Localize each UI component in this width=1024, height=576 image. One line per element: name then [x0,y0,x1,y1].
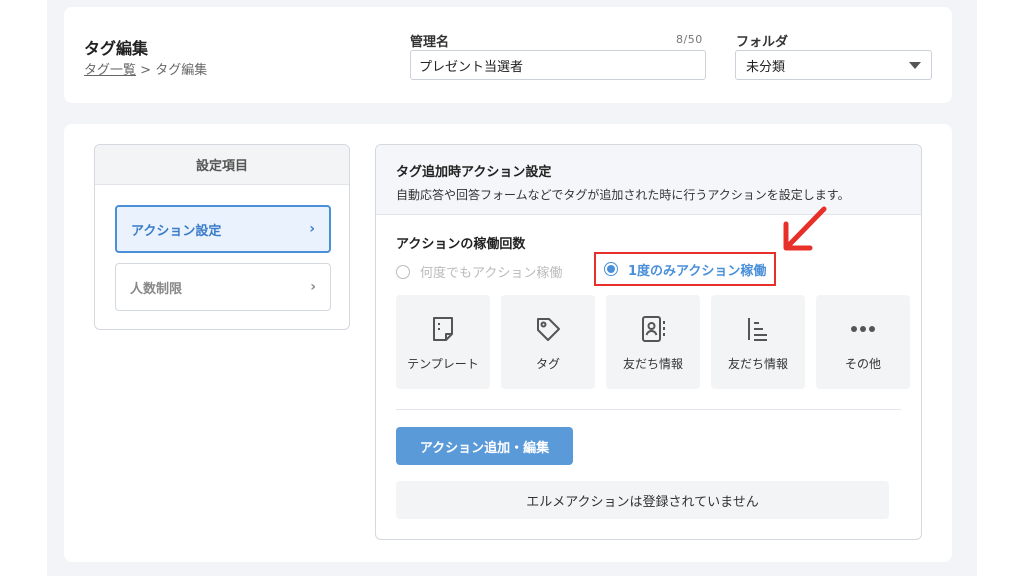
header-card: タグ編集 タグ一覧 > タグ編集 管理名 8/50 フォルダ 未分類 [64,7,952,103]
empty-actions-message: エルメアクションは登録されていません [396,481,889,519]
folder-field-label: フォルダ [736,35,789,50]
tile-tag[interactable]: タグ [501,295,595,389]
settings-side-menu: 設定項目 アクション設定 › 人数制限 › [94,144,350,330]
panel-title: タグ追加時アクション設定 [396,165,552,180]
frequency-label: アクションの稼働回数 [396,237,526,252]
radio-checked-icon [604,262,618,276]
side-menu-item-headcount-limit[interactable]: 人数制限 › [115,263,331,311]
side-menu-item-label: 人数制限 [130,281,183,297]
folder-select[interactable]: 未分類 [735,50,932,80]
side-menu-title: 設定項目 [95,145,349,185]
tile-friend-info-card[interactable]: 友だち情報 [606,295,700,389]
folder-select-value: 未分類 [746,59,786,75]
radio-option-unlimited[interactable]: 何度でもアクション稼働 [396,262,562,281]
radio-option-once[interactable]: 1度のみアクション稼働 [594,252,777,286]
more-icon [851,325,875,332]
action-settings-panel: タグ追加時アクション設定 自動応答や回答フォームなどでタグが追加された時に行うア… [375,144,922,540]
breadcrumb-current: タグ編集 [155,63,208,78]
list-icon [748,317,767,341]
tile-label: テンプレート [407,356,479,371]
name-input[interactable] [410,50,706,80]
tile-other[interactable]: その他 [816,295,910,389]
template-icon [433,316,453,341]
radio-unchecked-icon [396,264,410,279]
chevron-right-icon: › [310,279,316,295]
annotation-arrow-icon [783,206,827,251]
page-title: タグ編集 [84,39,149,58]
tag-icon [537,317,560,341]
section-divider [396,409,901,410]
panel-description: 自動応答や回答フォームなどでタグが追加された時に行うアクションを設定します。 [396,188,850,202]
tile-template[interactable]: テンプレート [396,295,490,389]
breadcrumb-tag-list-link[interactable]: タグ一覧 [84,63,136,78]
caret-down-icon [909,61,921,69]
breadcrumb-separator: > [136,63,156,78]
add-edit-action-button[interactable]: アクション追加・編集 [396,427,573,465]
tile-friend-info-list[interactable]: 友だち情報 [711,295,805,389]
radio-option-label: 何度でもアクション稼働 [420,266,563,281]
side-menu-item-label: アクション設定 [131,223,222,239]
tile-label: その他 [844,356,881,371]
breadcrumb: タグ一覧 > タグ編集 [84,59,207,78]
chevron-right-icon: › [309,221,315,237]
side-menu-item-action-settings[interactable]: アクション設定 › [115,205,331,253]
radio-option-label: 1度のみアクション稼働 [628,263,767,279]
name-field-label: 管理名 [410,35,450,50]
action-type-tiles: テンプレート タグ 友だち情報 友だち情報 その他 [396,295,910,389]
tile-label: タグ [535,356,560,371]
main-card: 設定項目 アクション設定 › 人数制限 › タグ追加時アクション設定 自動応答や… [64,124,952,562]
contact-card-icon [642,315,665,342]
name-char-counter: 8/50 [676,33,703,46]
panel-header: タグ追加時アクション設定 自動応答や回答フォームなどでタグが追加された時に行うア… [376,145,921,215]
tile-label: 友だち情報 [727,356,788,371]
tile-label: 友だち情報 [622,356,683,371]
